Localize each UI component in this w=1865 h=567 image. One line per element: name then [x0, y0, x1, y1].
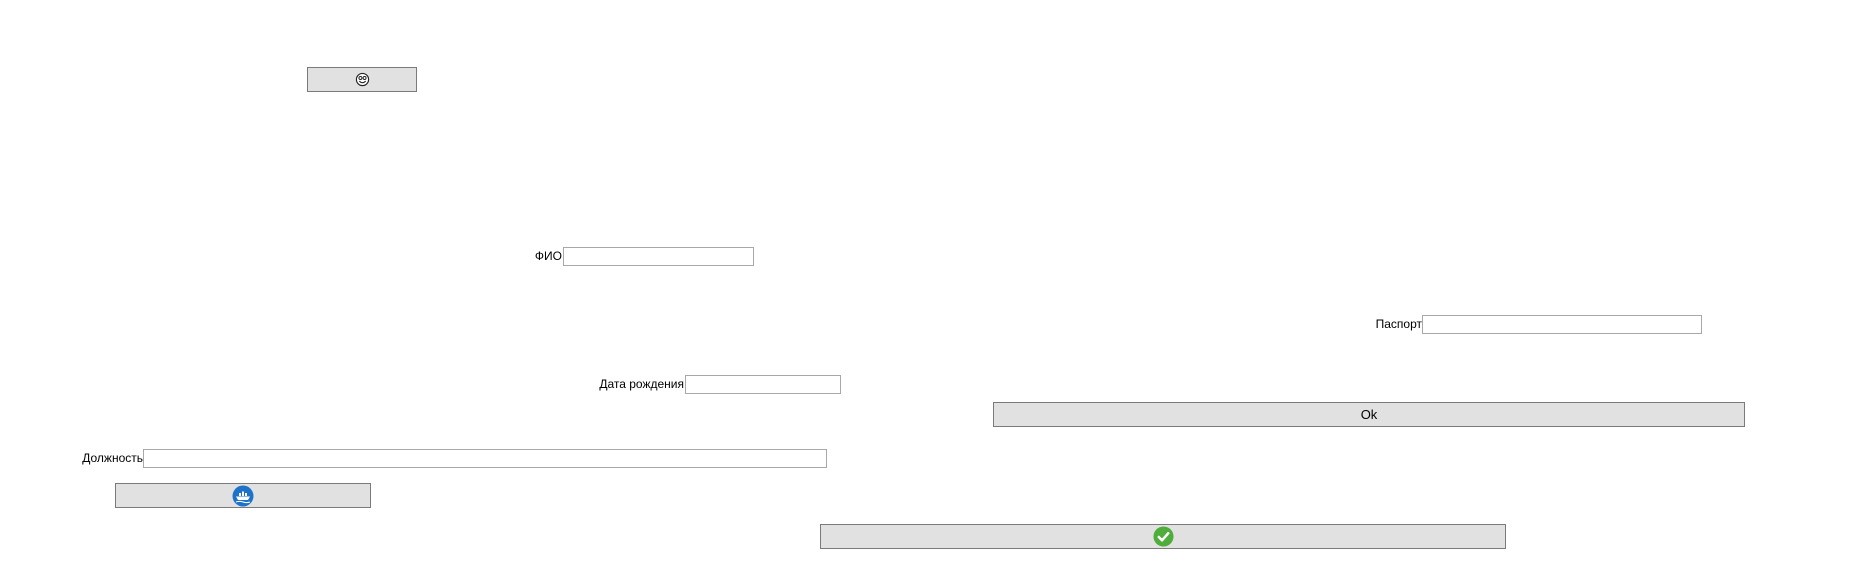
- ok-button[interactable]: Ok: [993, 402, 1745, 427]
- smiley-button[interactable]: [307, 67, 417, 92]
- position-label: Должность: [82, 451, 143, 465]
- checkmark-icon: [1152, 526, 1174, 547]
- passport-field[interactable]: [1422, 315, 1702, 334]
- birth-date-label: Дата рождения: [599, 377, 684, 391]
- fio-field[interactable]: [563, 247, 754, 266]
- boat-image-button[interactable]: [115, 483, 371, 508]
- passport-label: Паспорт: [1375, 317, 1422, 331]
- window-canvas: ФИО Паспорт Дата рождения Ok Должность: [0, 0, 1865, 567]
- confirm-button[interactable]: [820, 524, 1506, 549]
- birth-date-field[interactable]: [685, 375, 841, 394]
- fio-label: ФИО: [534, 249, 562, 263]
- smiley-face-icon: [355, 72, 370, 87]
- ok-button-label: Ok: [1360, 407, 1378, 422]
- position-field[interactable]: [143, 449, 827, 468]
- boat-icon: [232, 485, 254, 507]
